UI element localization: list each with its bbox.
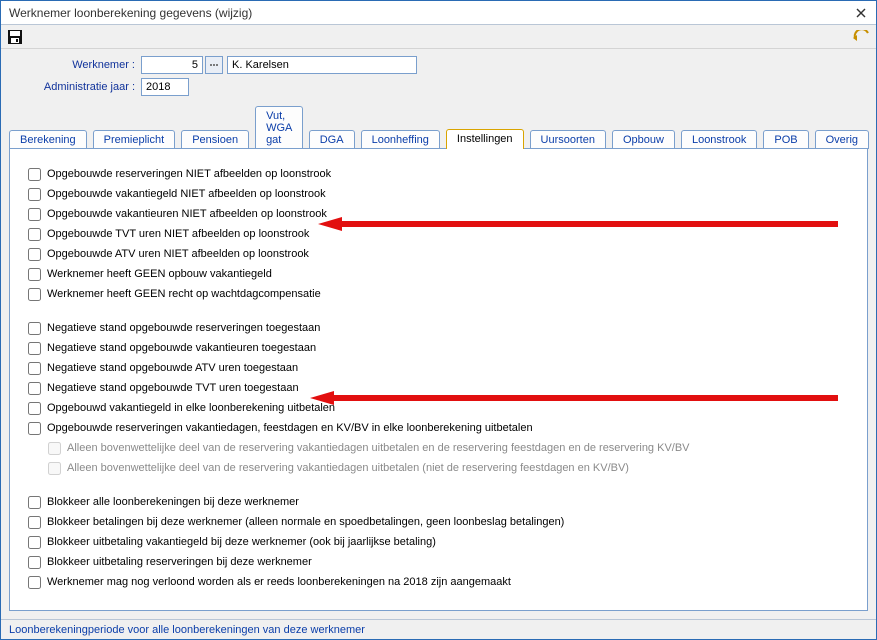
checkbox-row: Opgebouwde reserveringen NIET afbeelden … [28, 165, 849, 183]
checkbox-row: Negatieve stand opgebouwde reserveringen… [28, 319, 849, 337]
checkbox[interactable] [28, 536, 41, 549]
checkbox-row: Werknemer heeft GEEN recht op wachtdagco… [28, 285, 849, 303]
tab-strip: Berekening Premieplicht Pensioen Vut, WGA g… [1, 105, 876, 148]
werknemer-number-input[interactable] [141, 56, 203, 74]
checkbox-label: Werknemer heeft GEEN opbouw vakantiegeld [47, 268, 272, 280]
tab-loonheffing[interactable]: Loonheffing [361, 130, 440, 149]
tab-vut-wga-gat[interactable]: Vut, WGA gat [255, 106, 303, 149]
checkbox-row: Blokkeer betalingen bij deze werknemer (… [28, 513, 849, 531]
window-title: Werknemer loonberekening gegevens (wijzi… [9, 6, 852, 20]
checkbox-row: Negatieve stand opgebouwde ATV uren toeg… [28, 359, 849, 377]
status-text: Loonberekeningperiode voor alle loonbere… [9, 624, 365, 636]
checkbox-label: Alleen bovenwettelijke deel van de reser… [67, 462, 629, 474]
werknemer-label: Werknemer : [1, 59, 141, 71]
checkbox-label: Opgebouwd vakantiegeld in elke loonberek… [47, 402, 335, 414]
checkbox-label: Blokkeer uitbetaling vakantiegeld bij de… [47, 536, 436, 548]
checkbox[interactable] [28, 268, 41, 281]
status-bar: Loonberekeningperiode voor alle loonbere… [1, 619, 876, 639]
checkbox[interactable] [28, 556, 41, 569]
checkbox-row: Opgebouwde vakantieuren NIET afbeelden o… [28, 205, 849, 223]
checkbox[interactable] [28, 208, 41, 221]
tab-premieplicht[interactable]: Premieplicht [93, 130, 176, 149]
checkbox[interactable] [28, 188, 41, 201]
app-window: Werknemer loonberekening gegevens (wijzi… [0, 0, 877, 640]
checkbox-row: Opgebouwd vakantiegeld in elke loonberek… [28, 399, 849, 417]
checkbox-label: Negatieve stand opgebouwde TVT uren toeg… [47, 382, 299, 394]
checkbox-row: Negatieve stand opgebouwde vakantieuren … [28, 339, 849, 357]
tab-dga[interactable]: DGA [309, 130, 355, 149]
tab-berekening[interactable]: Berekening [9, 130, 87, 149]
undo-icon [852, 30, 870, 44]
admin-jaar-label: Administratie jaar : [1, 81, 141, 93]
undo-button[interactable] [852, 30, 870, 44]
werknemer-name-input[interactable] [227, 56, 417, 74]
header-panel: Werknemer : Administratie jaar : [1, 49, 876, 105]
checkbox[interactable] [28, 288, 41, 301]
checkbox[interactable] [28, 382, 41, 395]
group-separator [28, 305, 849, 319]
tab-opbouw[interactable]: Opbouw [612, 130, 675, 149]
checkbox-label: Opgebouwde ATV uren NIET afbeelden op lo… [47, 248, 309, 260]
tab-instellingen[interactable]: Instellingen [446, 129, 524, 149]
ellipsis-icon [209, 60, 219, 70]
checkbox-row: Blokkeer uitbetaling vakantiegeld bij de… [28, 533, 849, 551]
checkbox-label: Werknemer mag nog verloond worden als er… [47, 576, 511, 588]
checkbox-label: Alleen bovenwettelijke deel van de reser… [67, 442, 690, 454]
checkbox-row: Werknemer mag nog verloond worden als er… [28, 573, 849, 591]
tab-pob[interactable]: POB [763, 130, 808, 149]
checkbox [48, 442, 61, 455]
checkbox-row: Opgebouwde TVT uren NIET afbeelden op lo… [28, 225, 849, 243]
checkbox[interactable] [28, 228, 41, 241]
checkbox-label: Negatieve stand opgebouwde reserveringen… [47, 322, 320, 334]
checkbox-label: Opgebouwde reserveringen NIET afbeelden … [47, 168, 331, 180]
checkbox-row: Opgebouwde reserveringen vakantiedagen, … [28, 419, 849, 437]
checkbox-label: Opgebouwde TVT uren NIET afbeelden op lo… [47, 228, 309, 240]
checkbox-row: Opgebouwde vakantiegeld NIET afbeelden o… [28, 185, 849, 203]
checkbox[interactable] [28, 322, 41, 335]
save-button[interactable] [7, 29, 23, 45]
close-icon [856, 8, 866, 18]
checkbox-label: Blokkeer betalingen bij deze werknemer (… [47, 516, 564, 528]
checkbox-label: Opgebouwde reserveringen vakantiedagen, … [47, 422, 533, 434]
save-icon [7, 29, 23, 45]
checkbox-label: Werknemer heeft GEEN recht op wachtdagco… [47, 288, 321, 300]
checkbox[interactable] [28, 516, 41, 529]
group-separator [28, 479, 849, 493]
checkbox[interactable] [28, 496, 41, 509]
checkbox-row: Alleen bovenwettelijke deel van de reser… [48, 439, 849, 457]
checkbox-row: Blokkeer uitbetaling reserveringen bij d… [28, 553, 849, 571]
checkbox-row: Alleen bovenwettelijke deel van de reser… [48, 459, 849, 477]
tab-loonstrook[interactable]: Loonstrook [681, 130, 757, 149]
checkbox-row: Negatieve stand opgebouwde TVT uren toeg… [28, 379, 849, 397]
checkbox [48, 462, 61, 475]
checkbox-label: Blokkeer uitbetaling reserveringen bij d… [47, 556, 312, 568]
title-bar: Werknemer loonberekening gegevens (wijzi… [1, 1, 876, 25]
row-werknemer: Werknemer : [1, 55, 876, 75]
tab-overig[interactable]: Overig [815, 130, 869, 149]
tab-panel-instellingen: Opgebouwde reserveringen NIET afbeelden … [9, 148, 868, 611]
checkbox[interactable] [28, 248, 41, 261]
checkbox[interactable] [28, 402, 41, 415]
checkbox-row: Werknemer heeft GEEN opbouw vakantiegeld [28, 265, 849, 283]
tab-pensioen[interactable]: Pensioen [181, 130, 249, 149]
checkbox[interactable] [28, 362, 41, 375]
checkbox-row: Blokkeer alle loonberekeningen bij deze … [28, 493, 849, 511]
checkbox-label: Negatieve stand opgebouwde vakantieuren … [47, 342, 316, 354]
checkbox-label: Negatieve stand opgebouwde ATV uren toeg… [47, 362, 298, 374]
checkbox-label: Opgebouwde vakantiegeld NIET afbeelden o… [47, 188, 326, 200]
toolbar [1, 25, 876, 49]
admin-jaar-input[interactable] [141, 78, 189, 96]
row-admin-jaar: Administratie jaar : [1, 77, 876, 97]
tab-uursoorten[interactable]: Uursoorten [530, 130, 606, 149]
checkbox[interactable] [28, 576, 41, 589]
checkbox-row: Opgebouwde ATV uren NIET afbeelden op lo… [28, 245, 849, 263]
werknemer-picker-button[interactable] [205, 56, 223, 74]
checkbox-label: Opgebouwde vakantieuren NIET afbeelden o… [47, 208, 327, 220]
close-button[interactable] [852, 5, 870, 21]
checkbox[interactable] [28, 342, 41, 355]
checkbox[interactable] [28, 168, 41, 181]
checkbox[interactable] [28, 422, 41, 435]
checkbox-label: Blokkeer alle loonberekeningen bij deze … [47, 496, 299, 508]
